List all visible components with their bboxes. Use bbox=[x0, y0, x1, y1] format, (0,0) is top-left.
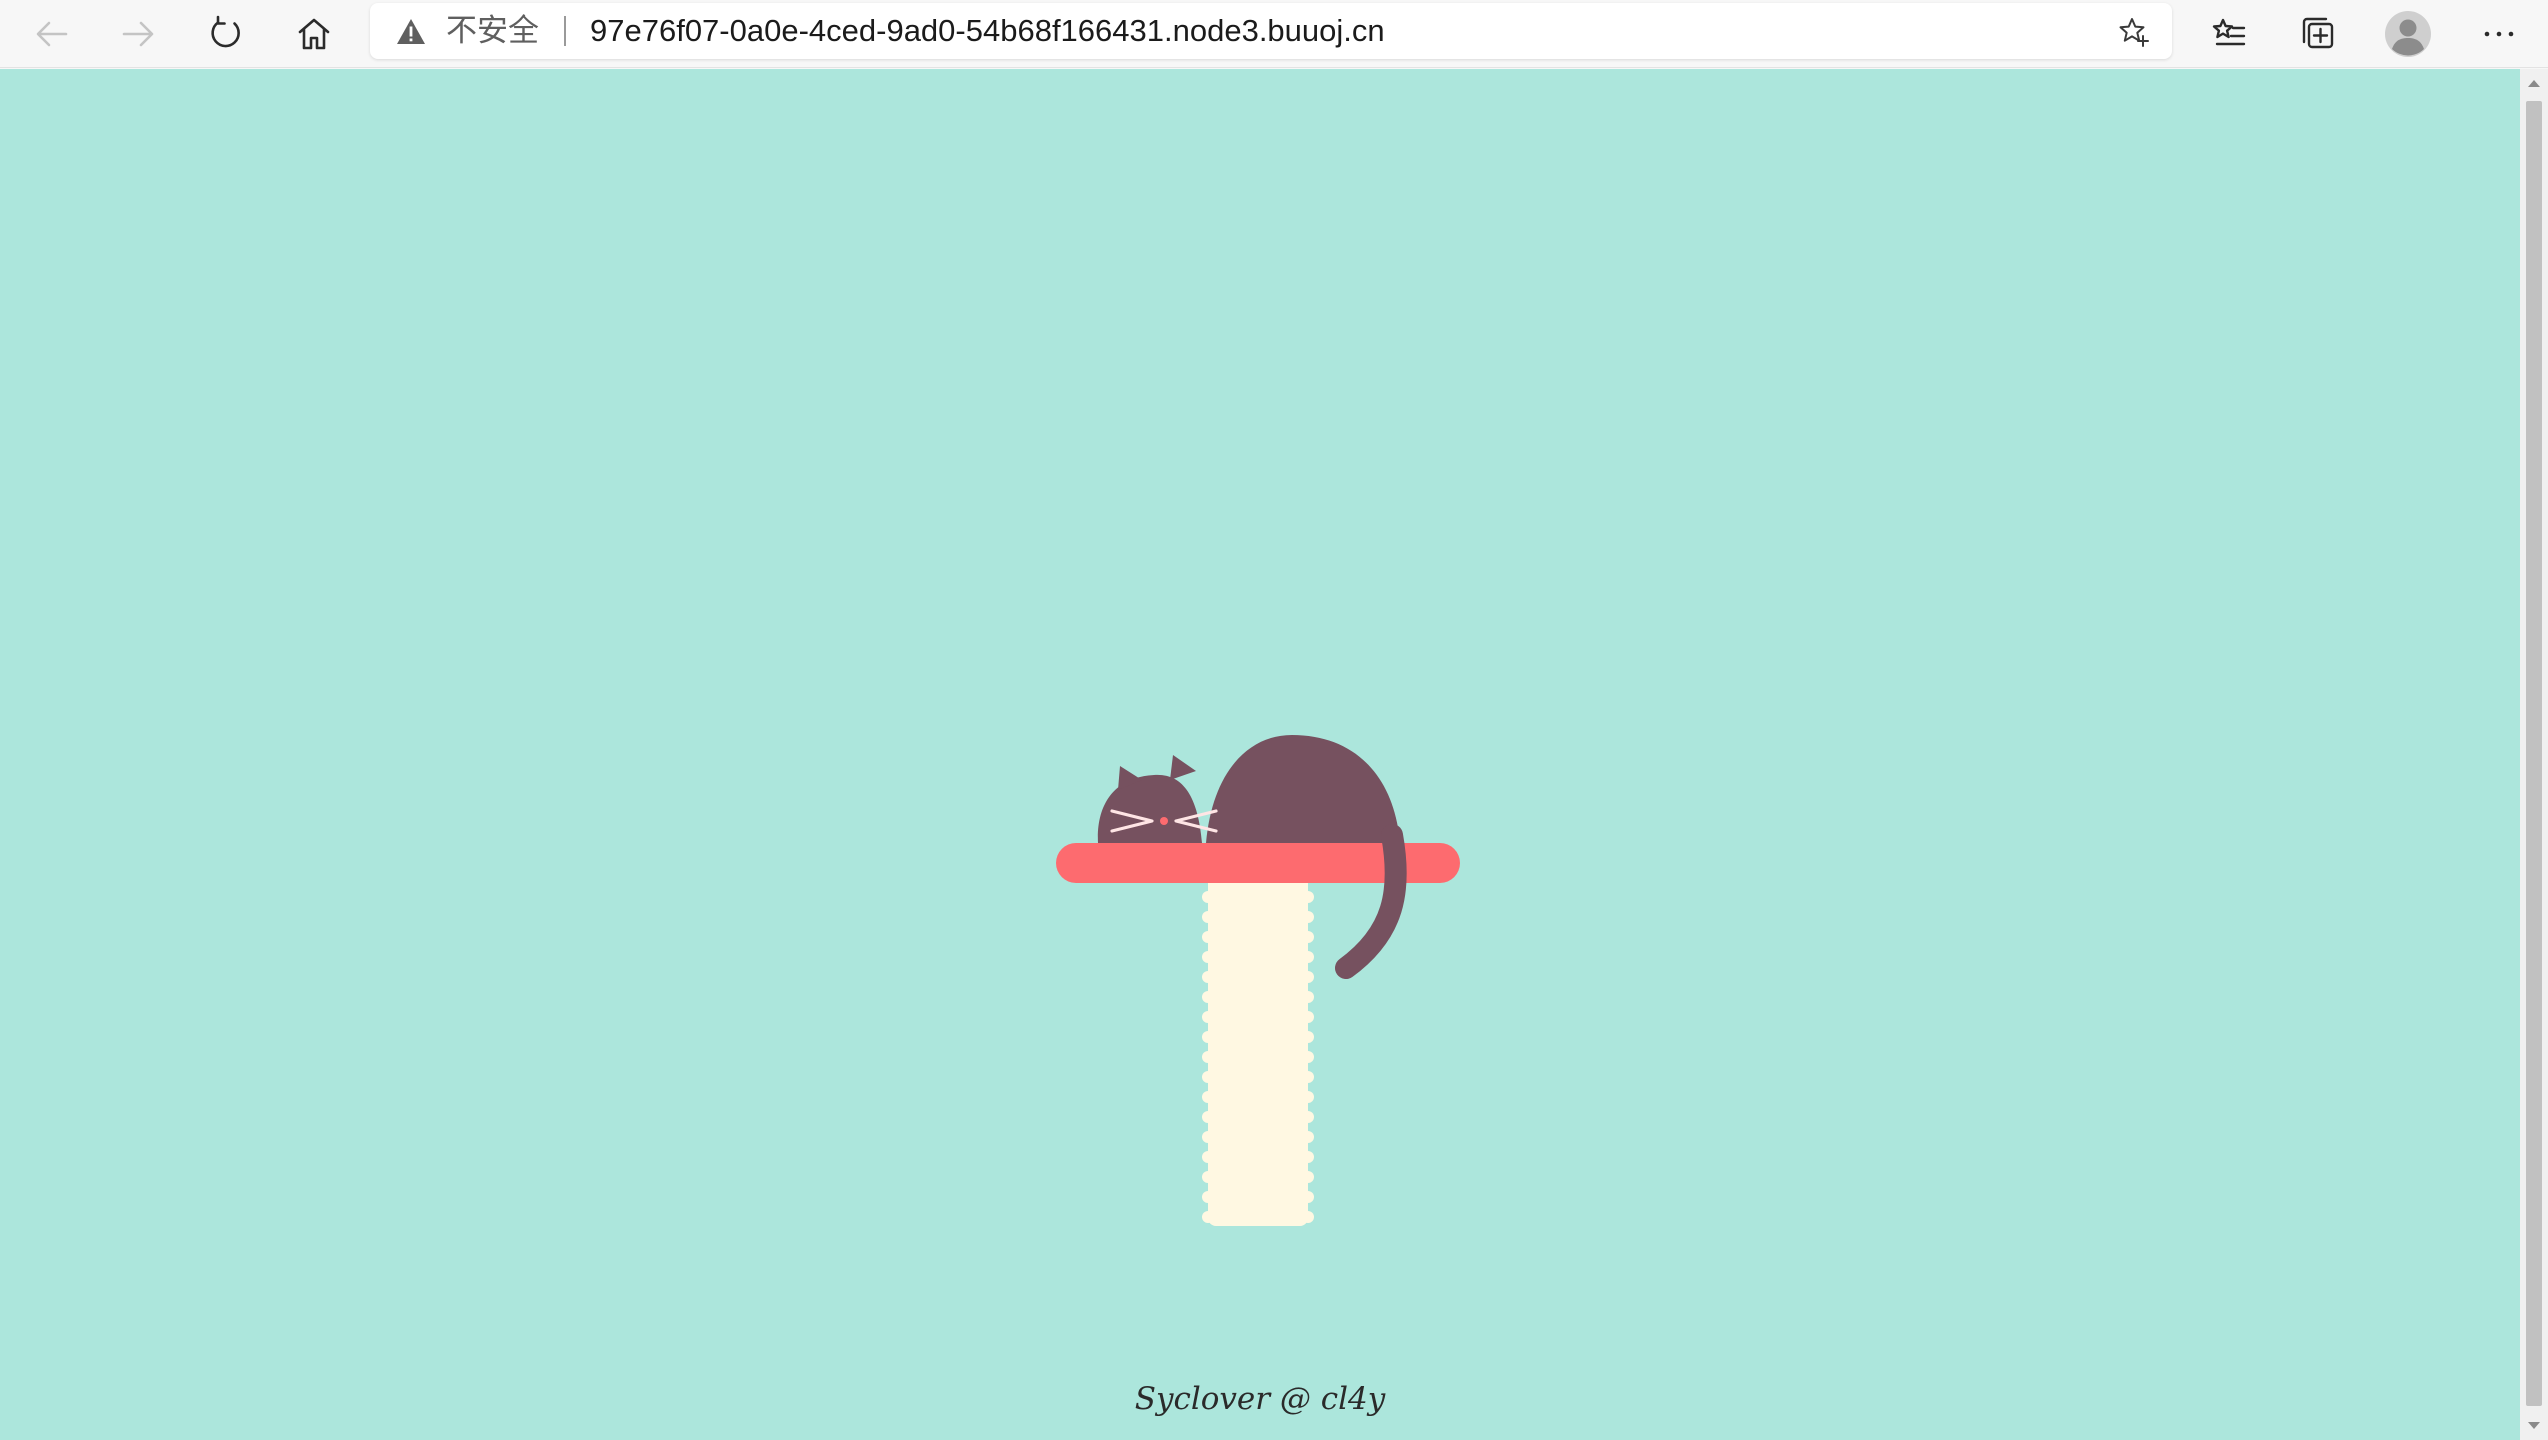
address-divider bbox=[564, 16, 566, 46]
post-scallop bbox=[1302, 1051, 1314, 1063]
post-scallop bbox=[1202, 1111, 1214, 1123]
home-button[interactable] bbox=[286, 6, 342, 62]
post-scallop bbox=[1202, 931, 1214, 943]
post-scallop bbox=[1202, 971, 1214, 983]
favorites-button[interactable] bbox=[2201, 6, 2257, 62]
post-scallop bbox=[1202, 1071, 1214, 1083]
back-button[interactable] bbox=[24, 6, 80, 62]
scroll-up-button[interactable] bbox=[2520, 69, 2548, 97]
arrow-right-icon bbox=[122, 21, 154, 47]
post-scallop bbox=[1202, 1031, 1214, 1043]
star-add-icon[interactable] bbox=[2118, 16, 2150, 48]
collections-icon bbox=[2302, 17, 2334, 49]
home-icon bbox=[298, 18, 330, 50]
post-scallop bbox=[1302, 1071, 1314, 1083]
caret-down-icon bbox=[2528, 1422, 2540, 1429]
reload-button[interactable] bbox=[198, 6, 254, 62]
warning-triangle-icon[interactable] bbox=[396, 18, 426, 45]
post-scallop bbox=[1302, 1131, 1314, 1143]
vertical-scrollbar[interactable] bbox=[2520, 69, 2548, 1440]
more-dots-icon bbox=[2484, 31, 2514, 37]
footer-credit: Syclover @ cl4y bbox=[1134, 1381, 1386, 1417]
post-scallop bbox=[1202, 1091, 1214, 1103]
refresh-icon bbox=[211, 15, 240, 48]
post-scallop bbox=[1302, 1011, 1314, 1023]
post-scallop bbox=[1302, 911, 1314, 923]
page-viewport: Syclover @ cl4y bbox=[0, 69, 2520, 1440]
post-scallop bbox=[1202, 1171, 1214, 1183]
post-scallop bbox=[1302, 1151, 1314, 1163]
scroll-thumb[interactable] bbox=[2526, 101, 2542, 1406]
post-scallop bbox=[1302, 931, 1314, 943]
sleeping-cat-illustration bbox=[1056, 735, 1460, 1226]
collections-button[interactable] bbox=[2290, 6, 2346, 62]
post-scallop bbox=[1302, 1171, 1314, 1183]
post-scallop bbox=[1302, 991, 1314, 1003]
post-scallop bbox=[1202, 991, 1214, 1003]
post-scallop bbox=[1202, 951, 1214, 963]
caret-up-icon bbox=[2528, 80, 2540, 87]
post-scallop bbox=[1202, 1011, 1214, 1023]
post-scallop bbox=[1202, 1131, 1214, 1143]
settings-more-button[interactable] bbox=[2471, 6, 2527, 62]
post-scallop bbox=[1302, 1091, 1314, 1103]
post-scallop bbox=[1302, 1031, 1314, 1043]
post-scallop bbox=[1202, 1191, 1214, 1203]
url-text[interactable]: 97e76f07-0a0e-4ced-9ad0-54b68f166431.nod… bbox=[590, 3, 1385, 59]
post-scallop bbox=[1302, 1191, 1314, 1203]
post-scallop bbox=[1302, 1111, 1314, 1123]
cat-nose bbox=[1160, 817, 1168, 825]
post-scallop bbox=[1202, 891, 1214, 903]
post-scallop bbox=[1302, 971, 1314, 983]
post-scallop bbox=[1202, 1051, 1214, 1063]
scratching-post bbox=[1202, 847, 1314, 1226]
post-scallop bbox=[1302, 891, 1314, 903]
arrow-left-icon bbox=[36, 21, 68, 47]
forward-button[interactable] bbox=[110, 6, 166, 62]
post-scallop bbox=[1202, 1151, 1214, 1163]
post-scallop bbox=[1302, 1211, 1314, 1223]
favorites-list-icon bbox=[2212, 18, 2246, 46]
profile-button[interactable] bbox=[2380, 6, 2436, 62]
post-scallop bbox=[1302, 951, 1314, 963]
post-scallop bbox=[1202, 911, 1214, 923]
security-status-label[interactable]: 不安全 bbox=[446, 3, 539, 59]
post-scallop bbox=[1202, 1211, 1214, 1223]
browser-toolbar: 不安全 97e76f07-0a0e-4ced-9ad0-54b68f166431… bbox=[0, 0, 2548, 68]
profile-avatar-icon bbox=[2385, 11, 2431, 57]
address-bar[interactable]: 不安全 97e76f07-0a0e-4ced-9ad0-54b68f166431… bbox=[370, 3, 2172, 59]
scroll-down-button[interactable] bbox=[2520, 1412, 2548, 1440]
